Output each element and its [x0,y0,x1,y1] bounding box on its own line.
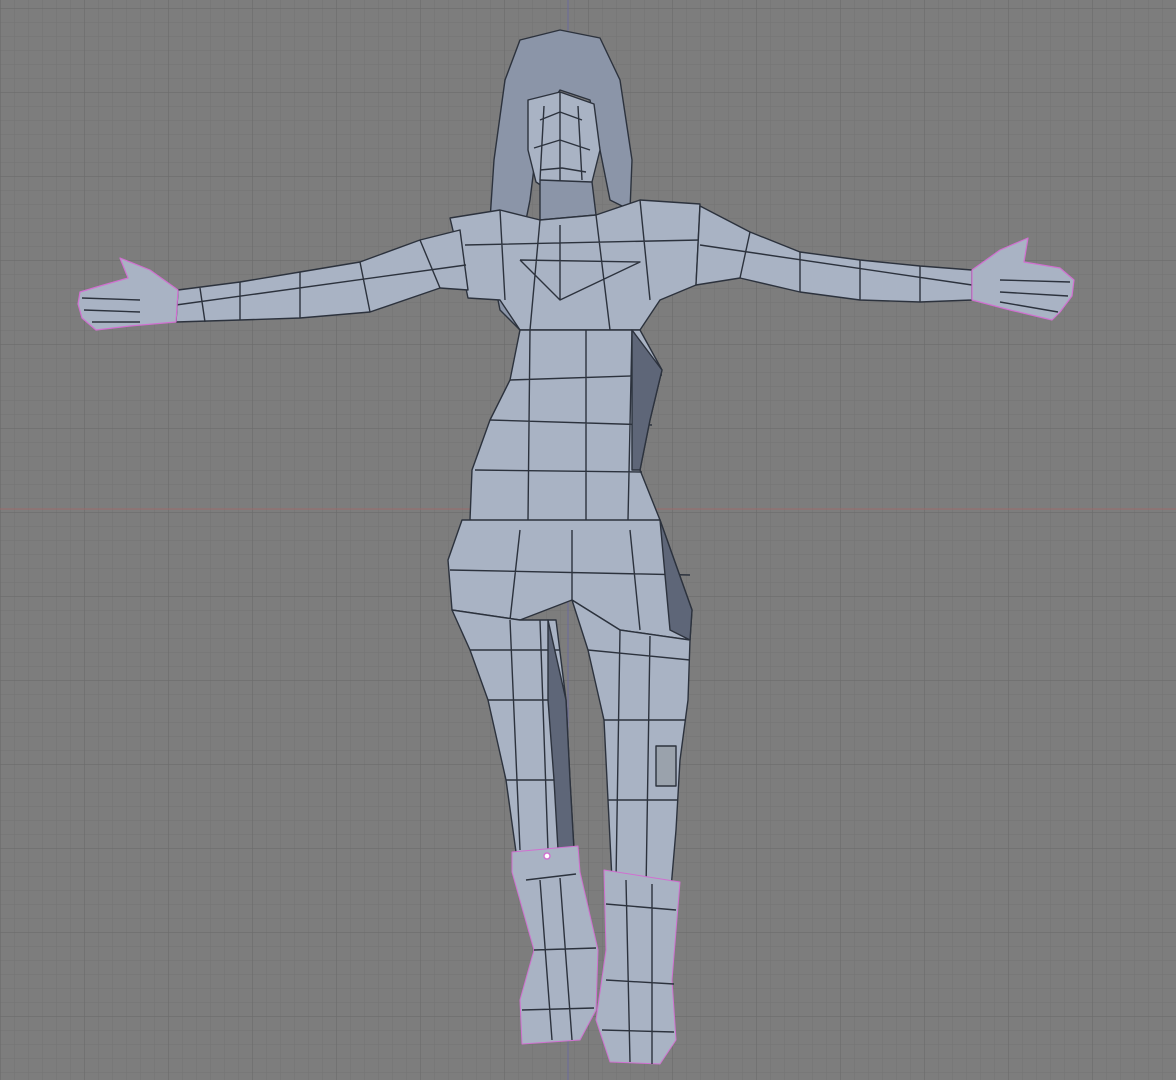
neck-mesh [539,179,597,221]
selected-vertex[interactable] [543,852,551,860]
viewport-canvas[interactable] [0,0,1176,1080]
3d-viewport[interactable] [0,0,1176,1080]
right-boot-mesh [595,869,681,1065]
